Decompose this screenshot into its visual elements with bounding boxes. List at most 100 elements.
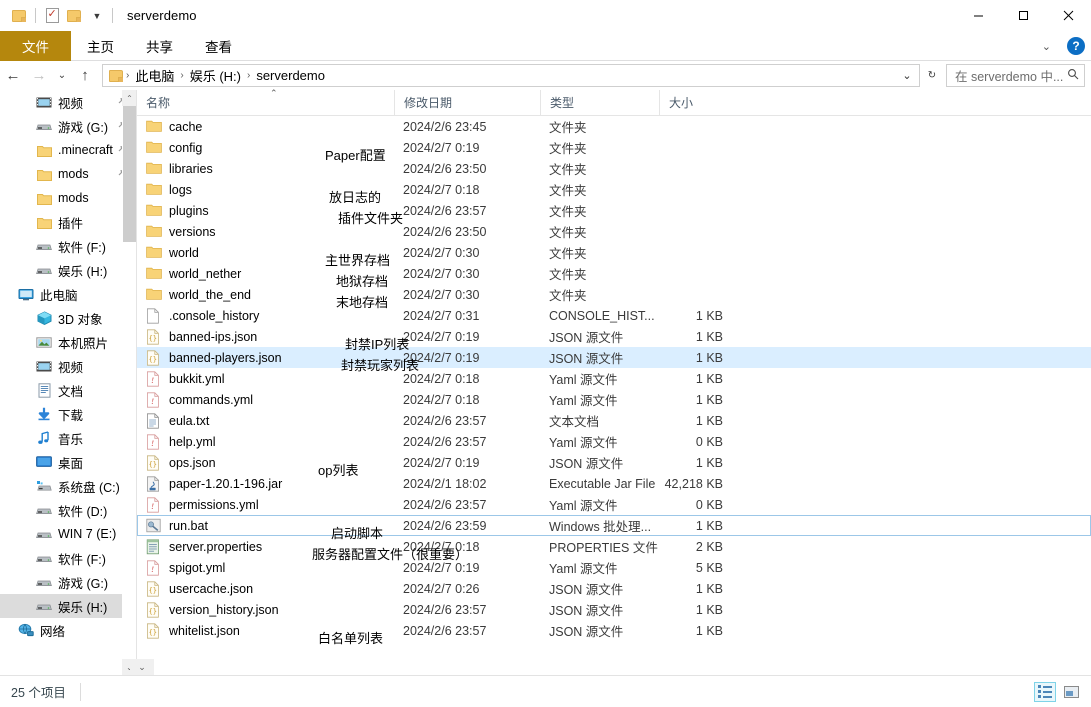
properties-file-icon <box>146 538 162 555</box>
table-row[interactable]: plugins 2024/2/6 23:57 文件夹 <box>137 200 1091 221</box>
file-name: version_history.json <box>169 602 279 617</box>
table-row[interactable]: ! help.yml 2024/2/6 23:57 Yaml 源文件 0 KB <box>137 431 1091 452</box>
table-row[interactable]: ! spigot.yml 2024/2/7 0:19 Yaml 源文件 5 KB <box>137 557 1091 578</box>
drive-icon <box>36 574 52 590</box>
table-row[interactable]: {} usercache.json 2024/2/7 0:26 JSON 源文件 1 K… <box>137 578 1091 599</box>
sidebar-item-label: 插件 <box>58 216 84 231</box>
tab-home[interactable]: 主页 <box>71 31 130 61</box>
sidebar-item-12[interactable]: 文档 <box>0 378 137 402</box>
table-row[interactable]: paper-1.20.1-196.jar 2024/2/1 18:02 Execut… <box>137 473 1091 494</box>
table-row[interactable]: world 2024/2/7 0:30 文件夹 <box>137 242 1091 263</box>
table-row[interactable]: cache 2024/2/6 23:45 文件夹 <box>137 116 1091 137</box>
table-row[interactable]: ! commands.yml 2024/2/7 0:18 Yaml 源文件 1 KB <box>137 389 1091 410</box>
sidebar-item-11[interactable]: 视频 <box>0 354 137 378</box>
properties-icon[interactable] <box>41 5 63 27</box>
minimize-button[interactable] <box>956 0 1001 31</box>
sidebar-item-6[interactable]: 软件 (F:) <box>0 234 137 258</box>
sidebar-item-13[interactable]: 下载 <box>0 402 137 426</box>
cell-size: 1 KB <box>695 413 723 428</box>
sidebar-item-1[interactable]: 游戏 (G:) <box>0 114 137 138</box>
scroll-up-icon[interactable]: ⌃ <box>122 90 137 106</box>
large-icons-view-button[interactable] <box>1060 682 1082 702</box>
breadcrumb-item-this-pc[interactable]: 此电脑 <box>131 65 178 86</box>
column-header-size[interactable]: 大小 <box>659 89 733 116</box>
sidebar-item-19[interactable]: 软件 (F:) <box>0 546 137 570</box>
tab-view[interactable]: 查看 <box>189 31 248 61</box>
forward-button[interactable]: → <box>26 63 52 89</box>
table-row[interactable]: versions 2024/2/6 23:50 文件夹 <box>137 221 1091 242</box>
sidebar-item-4[interactable]: mods <box>0 186 137 210</box>
sidebar-item-15[interactable]: 桌面 <box>0 450 137 474</box>
new-folder-icon[interactable] <box>63 5 85 27</box>
column-header-date[interactable]: 修改日期 <box>394 89 540 116</box>
tab-file[interactable]: 文件 <box>0 31 71 61</box>
chevron-down-icon[interactable]: ⌄ <box>1036 40 1057 53</box>
text-file-icon <box>146 412 162 429</box>
help-icon[interactable]: ? <box>1067 37 1085 55</box>
folder-icon[interactable] <box>8 5 30 27</box>
cell-size <box>659 242 733 263</box>
sidebar-item-14[interactable]: 音乐 <box>0 426 137 450</box>
cell-type: JSON 源文件 <box>549 583 624 597</box>
address-path-box[interactable]: › 此电脑 › 娱乐 (H:) › serverdemo ⌄ <box>102 64 920 87</box>
table-row[interactable]: logs 2024/2/7 0:18 文件夹 <box>137 179 1091 200</box>
back-button[interactable]: ← <box>0 63 26 89</box>
jar-file-icon <box>146 475 162 492</box>
folder-icon <box>146 266 162 282</box>
close-button[interactable] <box>1046 0 1091 31</box>
table-row[interactable]: config 2024/2/7 0:19 文件夹 <box>137 137 1091 158</box>
up-button[interactable]: ↑ <box>72 63 98 89</box>
scrollbar-thumb[interactable] <box>123 106 136 242</box>
table-row[interactable]: .console_history 2024/2/7 0:31 CONSOLE_HIS… <box>137 305 1091 326</box>
table-row[interactable]: world_nether 2024/2/7 0:30 文件夹 <box>137 263 1091 284</box>
table-row[interactable]: ! permissions.yml 2024/2/6 23:57 Yaml 源文件 0 … <box>137 494 1091 515</box>
breadcrumb-item-serverdemo[interactable]: serverdemo <box>252 67 329 84</box>
table-row[interactable]: server.properties 2024/2/7 0:18 PROPERTIES… <box>137 536 1091 557</box>
table-row[interactable]: eula.txt 2024/2/6 23:57 文本文档 1 KB <box>137 410 1091 431</box>
sidebar-item-2[interactable]: .minecraft <box>0 138 137 162</box>
column-header-name[interactable]: 名称 ⌃ <box>137 88 394 116</box>
table-row[interactable]: ! bukkit.yml 2024/2/7 0:18 Yaml 源文件 1 KB <box>137 368 1091 389</box>
breadcrumb-item-drive[interactable]: 娱乐 (H:) <box>186 65 245 86</box>
sidebar-item-20[interactable]: 游戏 (G:) <box>0 570 137 594</box>
recent-locations-button[interactable]: ⌄ <box>52 63 72 89</box>
chevron-down-icon[interactable]: ⌄ <box>897 65 917 86</box>
details-view-button[interactable] <box>1034 681 1056 702</box>
cell-name: ! help.yml <box>137 431 394 452</box>
navigation-scroll-down-icon[interactable]: ⌄ <box>130 659 154 675</box>
tab-share[interactable]: 共享 <box>130 31 189 61</box>
table-row[interactable]: {} ops.json 2024/2/7 0:19 JSON 源文件 1 KB <box>137 452 1091 473</box>
sidebar-item-18[interactable]: WIN 7 (E:) <box>0 522 137 546</box>
sidebar-item-3[interactable]: mods <box>0 162 137 186</box>
refresh-button[interactable]: ↻ <box>922 63 942 89</box>
sidebar-item-0[interactable]: 视频 <box>0 90 137 114</box>
table-row[interactable]: {} banned-players.json 2024/2/7 0:19 JSON 源… <box>137 347 1091 368</box>
navigation-list: 视频 游戏 (G:) .minecraft mods mods 插件 软件 (F:) 娱乐 (… <box>0 90 137 642</box>
sidebar-item-9[interactable]: 3D 对象 <box>0 306 137 330</box>
cell-size <box>659 263 733 284</box>
table-row[interactable]: run.bat 2024/2/6 23:59 Windows 批处理... 1 KB <box>137 515 1091 536</box>
sidebar-item-22[interactable]: 网络 <box>0 618 137 642</box>
sidebar-item-10[interactable]: 本机照片 <box>0 330 137 354</box>
annotation-text: op列表 <box>318 463 359 478</box>
maximize-button[interactable] <box>1001 0 1046 31</box>
cell-date: 2024/2/7 0:19 <box>403 140 480 155</box>
cell-size: 1 KB <box>695 350 723 365</box>
sidebar-item-5[interactable]: 插件 <box>0 210 137 234</box>
sidebar-item-21[interactable]: 娱乐 (H:) <box>0 594 137 618</box>
navigation-scrollbar[interactable]: ⌃ ⌄ <box>122 90 137 675</box>
sidebar-item-label: 下载 <box>58 408 84 423</box>
search-input[interactable]: 在 serverdemo 中... <box>946 64 1085 87</box>
chevron-down-icon[interactable]: ▼ <box>85 5 107 27</box>
table-row[interactable]: world_the_end 2024/2/7 0:30 文件夹 <box>137 284 1091 305</box>
sidebar-item-17[interactable]: 软件 (D:) <box>0 498 137 522</box>
table-row[interactable]: {} banned-ips.json 2024/2/7 0:19 JSON 源文件 1 … <box>137 326 1091 347</box>
sidebar-item-8[interactable]: 此电脑 <box>0 282 137 306</box>
column-header-type[interactable]: 类型 <box>540 89 659 116</box>
table-row[interactable]: {} whitelist.json 2024/2/6 23:57 JSON 源文件 1 … <box>137 620 1091 641</box>
table-row[interactable]: libraries 2024/2/6 23:50 文件夹 <box>137 158 1091 179</box>
sidebar-item-16[interactable]: 系统盘 (C:) <box>0 474 137 498</box>
breadcrumb-separator: › <box>246 70 251 81</box>
table-row[interactable]: {} version_history.json 2024/2/6 23:57 JSON… <box>137 599 1091 620</box>
sidebar-item-7[interactable]: 娱乐 (H:) <box>0 258 137 282</box>
